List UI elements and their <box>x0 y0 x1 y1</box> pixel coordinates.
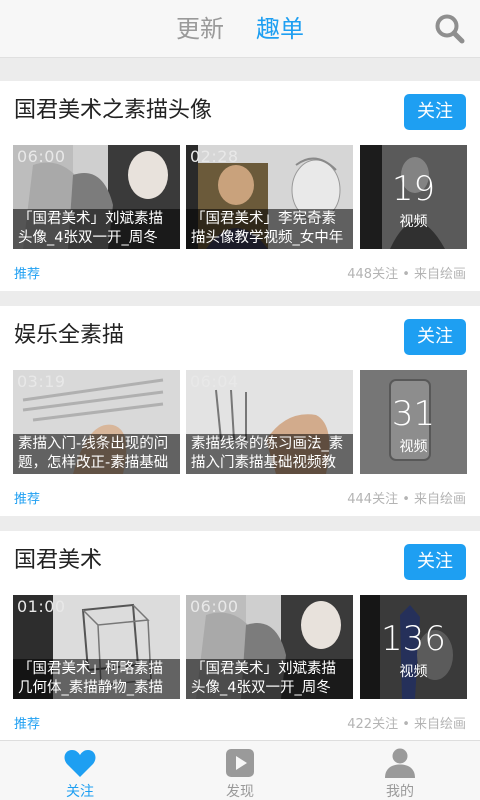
channel-meta: 444关注 • 来自绘画 <box>347 492 466 507</box>
video-caption-line: 描入门素描基础视频教 <box>191 455 336 471</box>
video-thumbnail[interactable]: 06:04 素描线条的练习画法_素 描入门素描基础视频教 <box>186 370 353 474</box>
video-count: 136 <box>381 619 446 659</box>
recommend-label[interactable]: 推荐 <box>14 713 40 732</box>
video-duration: 06:04 <box>190 372 239 391</box>
nav-follow-label: 关注 <box>66 784 94 800</box>
video-caption: 「国君美术」李宪奇素 描头像教学视频_女中年 <box>186 209 353 249</box>
video-count-overlay: 19 视频 <box>360 145 467 249</box>
video-count: 31 <box>391 394 436 434</box>
video-thumbnail[interactable]: 06:00 「国君美术」刘斌素描 头像_4张双一开_周冬 <box>13 145 180 249</box>
video-duration: 02:28 <box>190 147 239 166</box>
nav-follow[interactable]: 关注 <box>0 741 160 800</box>
video-caption-line: 「国君美术」柯略素描 <box>18 661 163 677</box>
video-duration: 06:00 <box>190 597 239 616</box>
recommend-label[interactable]: 推荐 <box>14 263 40 282</box>
video-caption-line: 「国君美术」刘斌素描 <box>191 661 336 677</box>
tab-qudan[interactable]: 趣单 <box>256 14 304 44</box>
nav-discover-label: 发现 <box>226 784 254 800</box>
video-duration: 03:19 <box>17 372 66 391</box>
video-caption-line: 「国君美术」李宪奇素 <box>191 211 336 227</box>
recommend-label[interactable]: 推荐 <box>14 488 40 507</box>
tab-update[interactable]: 更新 <box>176 14 224 44</box>
channel-meta: 422关注 • 来自绘画 <box>347 717 466 732</box>
follow-button[interactable]: 关注 <box>404 94 466 130</box>
video-count-overlay: 31 视频 <box>360 370 467 474</box>
video-caption: 「国君美术」柯略素描 几何体_素描静物_素描 <box>13 659 180 699</box>
video-duration: 06:00 <box>17 147 66 166</box>
video-caption-line: 素描入门-线条出现的问 <box>18 436 169 452</box>
video-count-label: 视频 <box>399 664 428 680</box>
video-count-label: 视频 <box>399 214 428 230</box>
follow-button[interactable]: 关注 <box>404 544 466 580</box>
video-thumbnail[interactable]: 02:28 「国君美术」李宪奇素 描头像教学视频_女中年 <box>186 145 353 249</box>
video-caption: 「国君美术」刘斌素描 头像_4张双一开_周冬 <box>186 659 353 699</box>
video-caption-line: 描头像教学视频_女中年 <box>191 230 344 246</box>
video-caption-line: 头像_4张双一开_周冬 <box>191 680 331 696</box>
channel-card[interactable]: 娱乐全素描 关注 03:19 素描入门-线条出现的问 题，怎样改正-素描基础 0… <box>0 306 480 516</box>
video-caption: 「国君美术」刘斌素描 头像_4张双一开_周冬 <box>13 209 180 249</box>
heart-icon <box>64 750 96 777</box>
play-icon <box>226 749 254 777</box>
user-icon <box>385 748 415 778</box>
channel-card[interactable]: 国君美术 关注 01:00 「国君美术」柯略素描 几何体_素描静物_素描 06:… <box>0 531 480 741</box>
nav-mine[interactable]: 我的 <box>320 741 480 800</box>
follow-button[interactable]: 关注 <box>404 319 466 355</box>
channel-title[interactable]: 国君美术之素描头像 <box>14 95 212 127</box>
search-icon[interactable] <box>434 13 466 45</box>
channel-title[interactable]: 国君美术 <box>14 545 102 577</box>
video-caption-line: 「国君美术」刘斌素描 <box>18 211 163 227</box>
video-count: 19 <box>391 169 436 209</box>
more-videos-tile[interactable]: 19 视频 <box>360 145 467 249</box>
channel-title[interactable]: 娱乐全素描 <box>14 320 124 352</box>
video-count-label: 视频 <box>399 439 428 455</box>
video-thumbnail[interactable]: 06:00 「国君美术」刘斌素描 头像_4张双一开_周冬 <box>186 595 353 699</box>
channel-meta: 448关注 • 来自绘画 <box>347 267 466 282</box>
video-caption: 素描线条的练习画法_素 描入门素描基础视频教 <box>186 434 353 474</box>
channel-card[interactable]: 国君美术之素描头像 关注 06:00 「国君美术」刘斌素描 头像_4张双一开_周… <box>0 81 480 291</box>
video-count-overlay: 136 视频 <box>360 595 467 699</box>
top-bar: 更新 趣单 <box>0 0 480 58</box>
video-caption-line: 素描线条的练习画法_素 <box>191 436 344 452</box>
nav-discover[interactable]: 发现 <box>160 741 320 800</box>
video-caption-line: 头像_4张双一开_周冬 <box>18 230 158 246</box>
more-videos-tile[interactable]: 136 视频 <box>360 595 467 699</box>
bottom-nav: 关注 发现 我的 <box>0 740 480 800</box>
video-thumbnail[interactable]: 01:00 「国君美术」柯略素描 几何体_素描静物_素描 <box>13 595 180 699</box>
video-caption: 素描入门-线条出现的问 题，怎样改正-素描基础 <box>13 434 180 474</box>
video-thumbnail[interactable]: 03:19 素描入门-线条出现的问 题，怎样改正-素描基础 <box>13 370 180 474</box>
video-caption-line: 几何体_素描静物_素描 <box>18 680 163 696</box>
video-caption-line: 题，怎样改正-素描基础 <box>18 455 169 471</box>
nav-mine-label: 我的 <box>386 784 414 800</box>
video-duration: 01:00 <box>17 597 66 616</box>
more-videos-tile[interactable]: 31 视频 <box>360 370 467 474</box>
